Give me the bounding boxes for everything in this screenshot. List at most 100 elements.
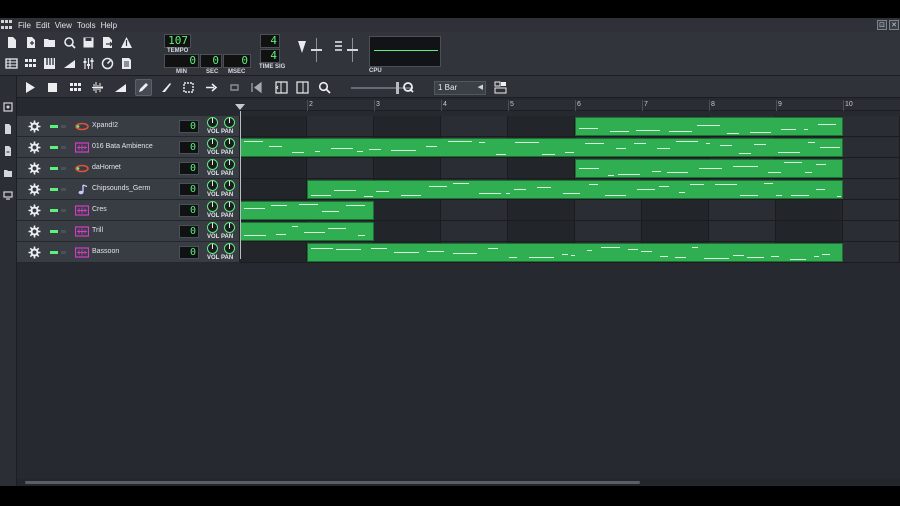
pan-knob[interactable] (224, 243, 235, 254)
track-lane[interactable] (240, 200, 900, 221)
beat-bassline-icon[interactable] (23, 56, 38, 71)
track-name[interactable]: Xpand!2 (92, 122, 118, 129)
pattern-clip[interactable] (575, 117, 843, 136)
mixer-channel-display[interactable]: 0 (179, 246, 199, 259)
lane-bar-cell[interactable] (441, 116, 508, 137)
mute-toggle[interactable] (50, 188, 58, 191)
track-name[interactable]: Trill (92, 227, 103, 234)
volume-knob[interactable] (207, 243, 218, 254)
volume-knob[interactable] (207, 180, 218, 191)
solo-toggle[interactable] (61, 146, 66, 149)
lane-bar-cell[interactable] (374, 158, 441, 179)
my-presets-icon[interactable] (3, 146, 13, 156)
zoom-slider-handle[interactable] (396, 82, 399, 94)
track-header[interactable]: 016 Bata Ambience 0 VOL PAN (17, 137, 240, 158)
pattern-clip[interactable] (240, 138, 843, 157)
knife-mode-button[interactable] (158, 79, 175, 96)
piano-roll-icon[interactable] (42, 56, 57, 71)
track-header[interactable]: Cres 0 VOL PAN (17, 200, 240, 221)
track-lane[interactable] (240, 158, 900, 179)
pattern-clip[interactable] (575, 159, 843, 178)
track-name[interactable]: Chipsounds_Germ (92, 185, 150, 192)
track-lane[interactable] (240, 116, 900, 137)
lane-bar-cell[interactable] (642, 200, 709, 221)
tempo-display[interactable]: 107 (164, 34, 191, 48)
mixer-icon[interactable] (81, 56, 96, 71)
restore-window-button[interactable]: ⊡ (877, 20, 887, 30)
track-name[interactable]: Bassoon (92, 248, 119, 255)
lane-bar-cell[interactable] (307, 158, 374, 179)
gear-icon[interactable] (28, 162, 41, 175)
crop-left-button[interactable] (273, 79, 290, 96)
add-sample-track-icon[interactable] (89, 79, 106, 96)
track-name[interactable]: Cres (92, 206, 107, 213)
time-sig-numerator[interactable]: 4 (260, 34, 280, 48)
lane-bar-cell[interactable] (776, 221, 843, 242)
recent-projects-icon[interactable] (62, 35, 77, 50)
app-menu-icon[interactable] (1, 20, 13, 30)
new-project-icon[interactable] (4, 35, 19, 50)
my-home-icon[interactable] (3, 168, 13, 178)
new-from-template-icon[interactable] (23, 35, 38, 50)
mixer-channel-display[interactable]: 0 (179, 162, 199, 175)
mute-toggle[interactable] (50, 251, 58, 254)
volume-knob[interactable] (207, 201, 218, 212)
mute-toggle[interactable] (50, 125, 58, 128)
lane-bar-cell[interactable] (240, 158, 307, 179)
my-samples-icon[interactable] (3, 124, 13, 134)
master-pitch-slider-handle[interactable] (347, 49, 358, 51)
mixer-channel-display[interactable]: 0 (179, 225, 199, 238)
pan-knob[interactable] (224, 117, 235, 128)
mute-toggle[interactable] (50, 146, 58, 149)
pan-knob[interactable] (224, 138, 235, 149)
solo-toggle[interactable] (61, 188, 66, 191)
lane-bar-cell[interactable] (307, 116, 374, 137)
automation-editor-icon[interactable] (62, 56, 77, 71)
master-volume-slider-handle[interactable] (311, 49, 322, 51)
volume-knob[interactable] (207, 159, 218, 170)
volume-knob[interactable] (207, 138, 218, 149)
lane-bar-cell[interactable] (508, 158, 575, 179)
lane-bar-cell[interactable] (642, 221, 709, 242)
gear-icon[interactable] (28, 246, 41, 259)
track-lane[interactable] (240, 179, 900, 200)
lane-bar-cell[interactable] (709, 221, 776, 242)
project-notes-icon[interactable] (119, 56, 134, 71)
track-lane[interactable] (240, 221, 900, 242)
mixer-channel-display[interactable]: 0 (179, 183, 199, 196)
lane-bar-cell[interactable] (508, 200, 575, 221)
lane-bar-cell[interactable] (240, 242, 307, 263)
stop-button[interactable] (44, 79, 61, 96)
lane-bar-cell[interactable] (575, 200, 642, 221)
track-lane[interactable] (240, 242, 900, 263)
gear-icon[interactable] (28, 183, 41, 196)
auto-scroll-button[interactable] (203, 79, 220, 96)
lane-bar-cell[interactable] (374, 200, 441, 221)
lane-bar-cell[interactable] (508, 221, 575, 242)
lane-bar-cell[interactable] (374, 221, 441, 242)
time-sig-denominator[interactable]: 4 (260, 49, 280, 63)
lane-bar-cell[interactable] (508, 116, 575, 137)
track-lane[interactable] (240, 137, 900, 158)
quantize-select[interactable]: 1 Bar ◀ (434, 81, 486, 95)
root-directory-icon[interactable] (3, 190, 13, 200)
gear-icon[interactable] (28, 225, 41, 238)
solo-toggle[interactable] (61, 125, 66, 128)
lane-bar-cell[interactable] (441, 221, 508, 242)
pan-knob[interactable] (224, 222, 235, 233)
pan-knob[interactable] (224, 180, 235, 191)
mute-toggle[interactable] (50, 230, 58, 233)
close-window-button[interactable]: ✕ (889, 20, 899, 30)
export-tracks-icon[interactable] (119, 35, 134, 50)
my-projects-icon[interactable] (3, 102, 13, 112)
track-header[interactable]: Trill 0 VOL PAN (17, 221, 240, 242)
mixer-channel-display[interactable]: 0 (179, 141, 199, 154)
add-beat-bassline-icon[interactable] (67, 79, 84, 96)
track-header[interactable]: daHornet 0 VOL PAN (17, 158, 240, 179)
mute-toggle[interactable] (50, 209, 58, 212)
track-name[interactable]: 016 Bata Ambience (92, 143, 153, 150)
lane-bar-cell[interactable] (240, 179, 307, 200)
track-header[interactable]: Xpand!2 0 VOL PAN (17, 116, 240, 137)
pan-knob[interactable] (224, 159, 235, 170)
pattern-clip[interactable] (240, 222, 374, 241)
